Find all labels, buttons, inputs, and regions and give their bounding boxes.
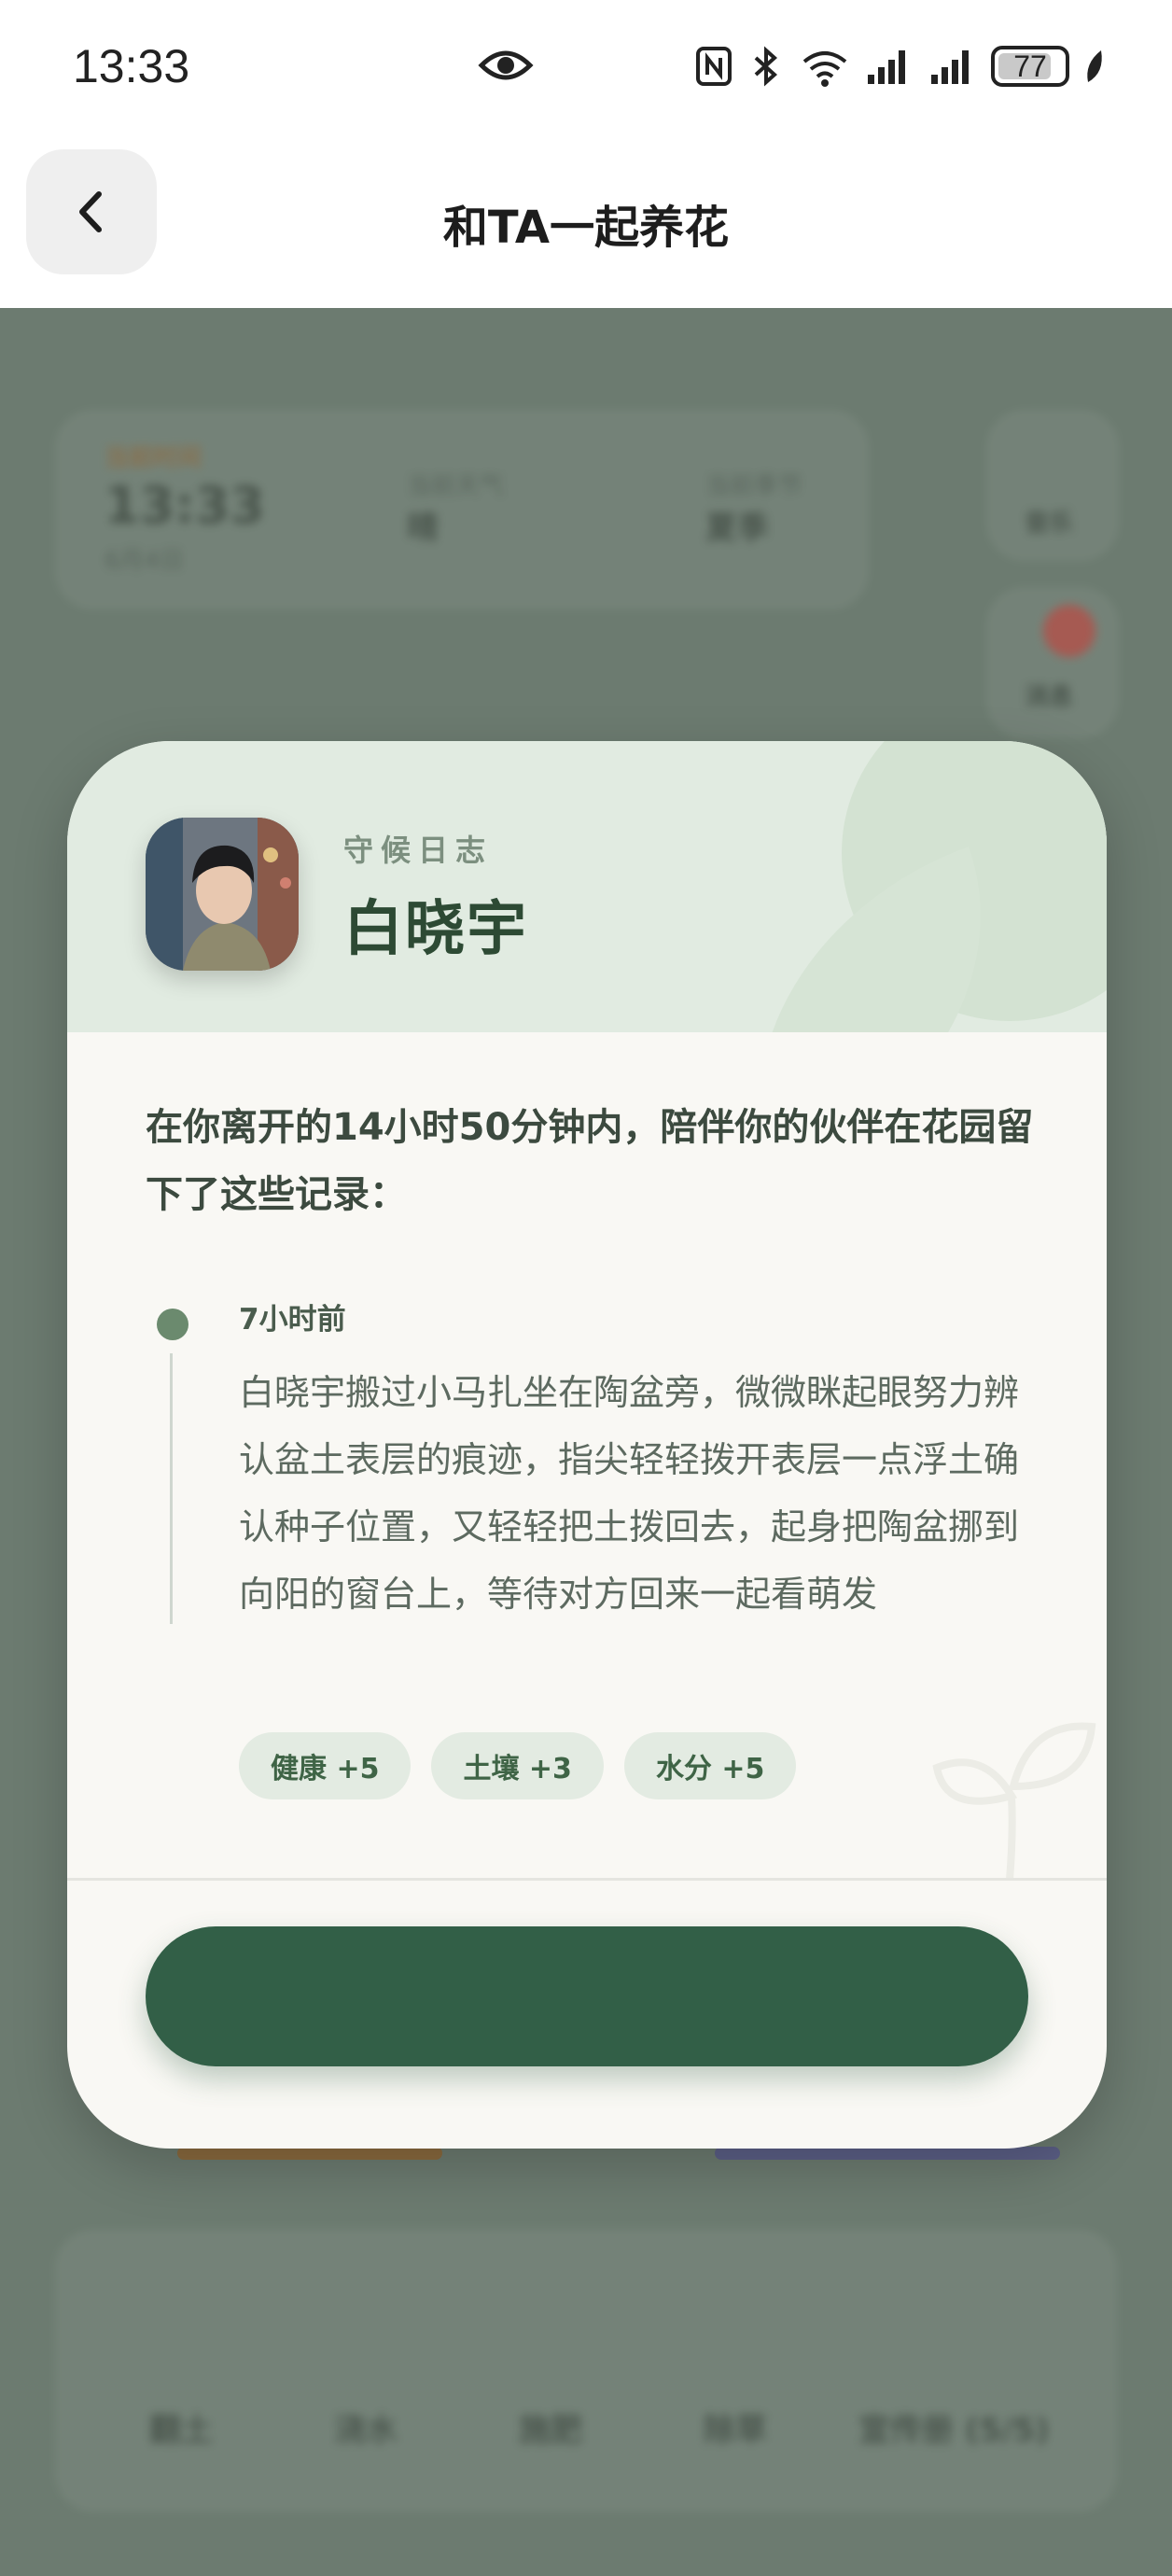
tag-health: 健康 +5: [239, 1732, 412, 1799]
entry-tags: 健康 +5 土壤 +3 水分 +5: [239, 1732, 797, 1799]
bg-message-label: 消息: [1025, 683, 1074, 711]
bg-action-1: 浇水: [334, 2412, 398, 2449]
modal-header: 守候日志 白晓宇: [67, 741, 1107, 1032]
log-label: 守候日志: [343, 833, 494, 868]
wifi-icon: [802, 51, 847, 87]
bg-clock-time: 13:33: [105, 476, 265, 535]
timeline-dot: [157, 1309, 188, 1340]
bg-season-value: 夏季: [705, 510, 769, 547]
bg-action-0: 翻土: [149, 2412, 213, 2449]
entry-text: 白晓宇搬过小马扎坐在陶盆旁，微微眯起眼努力辨认盆土表层的痕迹，指尖轻轻拨开表层一…: [239, 1372, 1020, 1615]
bg-progress-orange: [177, 2147, 442, 2160]
battery-percent: 77: [1013, 49, 1047, 83]
bg-clock-date: 6月4日: [105, 547, 185, 575]
bg-action-2: 施肥: [519, 2412, 582, 2449]
sprout-icon: [932, 1722, 1096, 1880]
footer-divider: [67, 1878, 1107, 1881]
tag-water: 水分 +5: [623, 1732, 797, 1799]
status-bar: 13:33 77: [0, 0, 1172, 140]
partner-name: 白晓宇: [343, 895, 528, 964]
leaf-icon: [1087, 50, 1102, 82]
bg-clock-label: 当前时间: [105, 444, 202, 472]
bg-weather-value: 晴: [407, 510, 439, 547]
avatar-image: [146, 818, 299, 971]
bluetooth-icon: [754, 46, 777, 87]
confirm-button[interactable]: [146, 1926, 1028, 2066]
nav-bar: 和TA一起养花: [0, 140, 1172, 308]
battery-icon: 77: [991, 46, 1069, 87]
watch-log-modal: 守候日志 白晓宇 在你离开的14小时50分钟内，陪伴你的伙伴在花园留下了这些记录…: [67, 741, 1107, 2149]
status-icons: 77: [694, 41, 1107, 91]
avatar: [146, 818, 299, 971]
page-title: 和TA一起养花: [442, 202, 730, 254]
nfc-icon: [696, 47, 732, 86]
bg-action-bar: [56, 2231, 1116, 2511]
bg-progress-blue: [715, 2147, 1060, 2160]
status-time: 13:33: [73, 40, 190, 92]
bg-action-4: 宣传册 (5/5): [858, 2412, 1050, 2449]
bg-message-badge: [1043, 605, 1095, 657]
timeline-line: [170, 1353, 173, 1624]
bg-weather-label: 当前天气: [407, 472, 505, 500]
entry-time: 7小时前: [239, 1303, 346, 1337]
bg-action-3: 除草: [704, 2412, 767, 2449]
signal-icon: [931, 50, 969, 84]
tag-soil: 土壤 +3: [431, 1732, 604, 1799]
intro-text: 在你离开的14小时50分钟内，陪伴你的伙伴在花园留下了这些记录：: [146, 1106, 1034, 1216]
bg-season-label: 当前季节: [705, 472, 803, 500]
bg-music-label: 音乐: [1025, 510, 1074, 538]
eye-icon: [478, 50, 534, 80]
signal-icon: [868, 50, 905, 84]
